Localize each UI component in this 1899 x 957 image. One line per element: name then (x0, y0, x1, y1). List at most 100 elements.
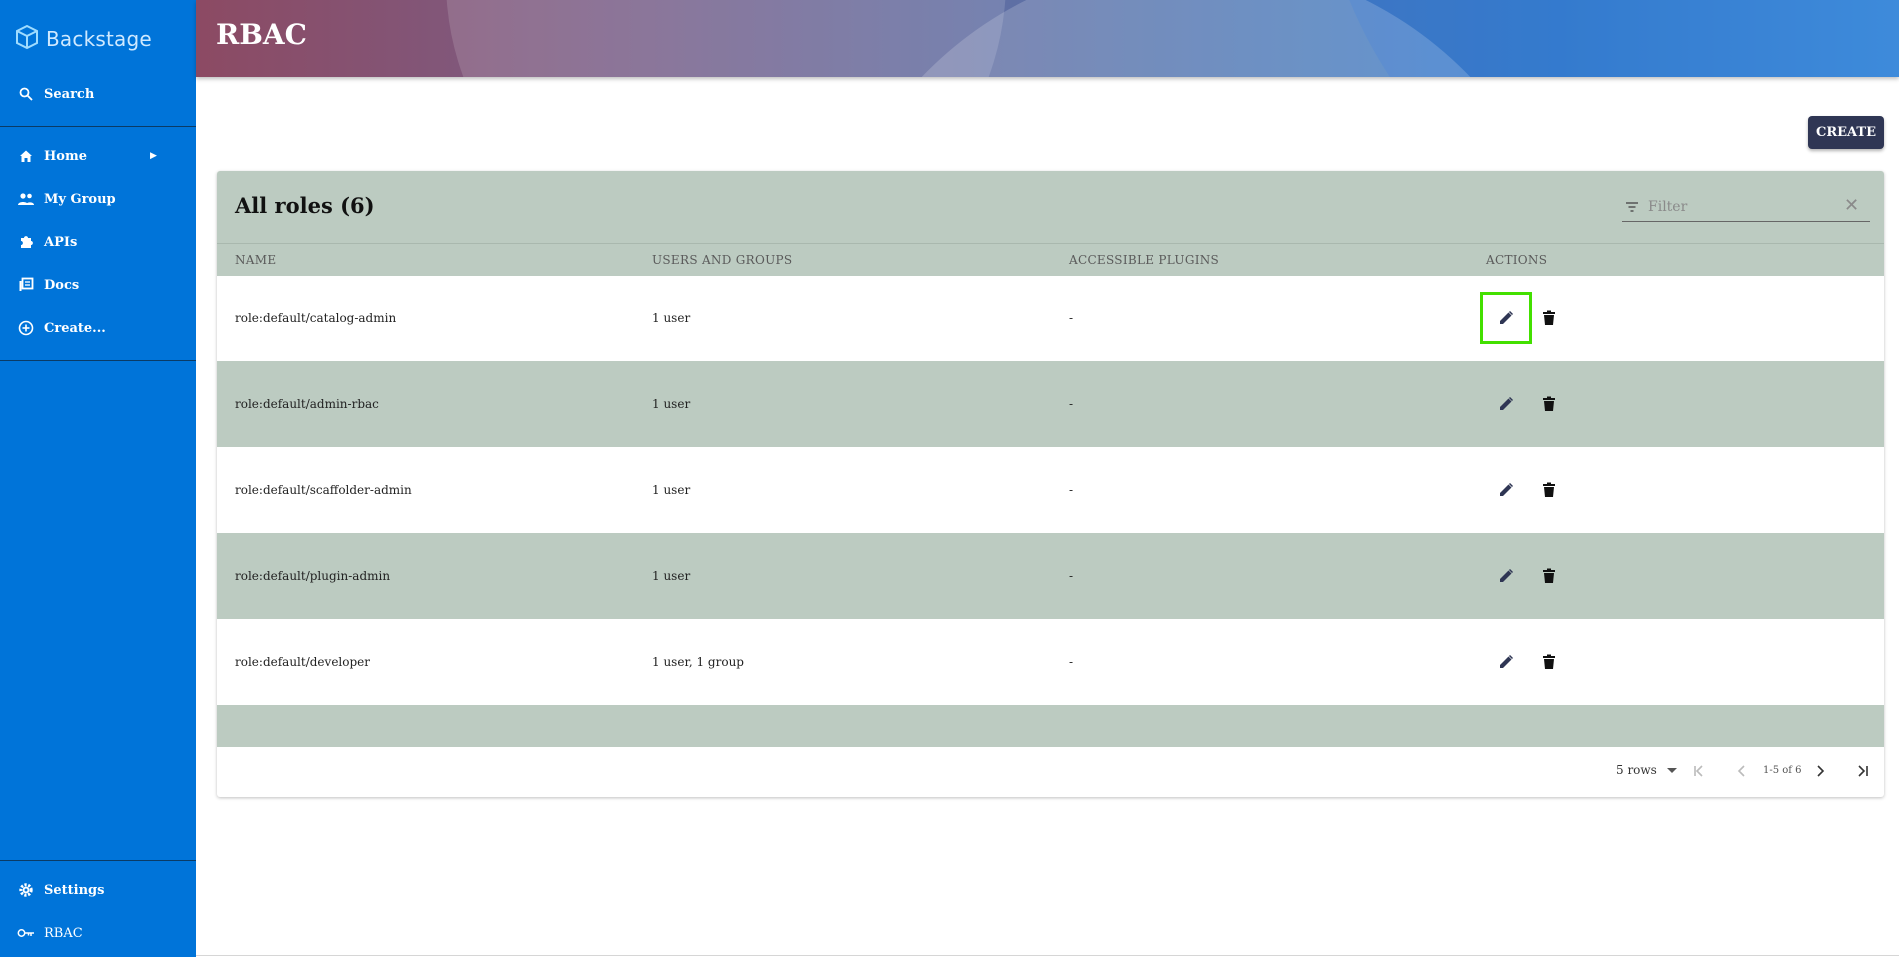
page-title: RBAC (216, 18, 307, 51)
gear-icon (16, 880, 36, 900)
pencil-icon (1500, 568, 1514, 582)
chevron-right-icon (1817, 765, 1825, 777)
column-header-name[interactable]: NAME (235, 253, 276, 267)
first-page-button[interactable] (1689, 761, 1709, 781)
role-name[interactable]: role:default/admin-rbac (235, 397, 379, 411)
delete-role-button[interactable] (1537, 306, 1561, 330)
group-icon (16, 189, 36, 209)
sidebar-item-label: APIs (44, 234, 78, 250)
sidebar-item-settings[interactable]: Settings (0, 870, 196, 910)
column-header-actions: ACTIONS (1486, 253, 1548, 267)
search-icon (16, 84, 36, 104)
sidebar-item-search[interactable]: Search (0, 74, 196, 114)
table-title: All roles (6) (235, 193, 375, 218)
trash-icon (1543, 568, 1555, 583)
delete-role-button[interactable] (1537, 392, 1561, 416)
accessible-plugins: - (1069, 569, 1074, 583)
filter-icon (1624, 199, 1640, 218)
delete-role-button[interactable] (1537, 564, 1561, 588)
users-and-groups: 1 user (652, 397, 691, 411)
sidebar-item-label: Create... (44, 320, 106, 336)
accessible-plugins: - (1069, 483, 1074, 497)
last-page-button[interactable] (1853, 761, 1873, 781)
sidebar-item-docs[interactable]: Docs (0, 265, 196, 305)
clear-filter-icon[interactable]: ✕ (1844, 195, 1859, 216)
first-page-icon (1694, 765, 1703, 777)
sidebar-item-apis[interactable]: APIs (0, 222, 196, 262)
sidebar-divider (0, 860, 196, 861)
edit-role-button[interactable] (1480, 292, 1532, 344)
add-circle-icon (16, 318, 36, 338)
table-row: role:default/developer 1 user, 1 group - (217, 619, 1884, 705)
table-row: role:default/catalog-admin 1 user - (217, 275, 1884, 361)
backstage-logo-icon (14, 24, 40, 54)
users-and-groups: 1 user (652, 569, 691, 583)
sidebar-divider (0, 360, 196, 361)
roles-table: All roles (6) ✕ NAME USERS AND GROUPS AC… (217, 171, 1884, 797)
sidebar-item-label: Home (44, 148, 87, 164)
pencil-icon (1500, 310, 1514, 324)
previous-page-button[interactable] (1732, 761, 1752, 781)
pencil-icon (1500, 396, 1514, 410)
chevron-left-icon (1737, 765, 1745, 777)
sidebar-item-my-group[interactable]: My Group (0, 179, 196, 219)
sidebar-item-create[interactable]: Create... (0, 308, 196, 348)
delete-role-button[interactable] (1537, 478, 1561, 502)
sidebar-item-home[interactable]: Home ▶ (0, 136, 196, 176)
trash-icon (1543, 654, 1555, 669)
table-row: role:default/admin-rbac 1 user - (217, 361, 1884, 447)
edit-role-button[interactable] (1494, 564, 1518, 588)
accessible-plugins: - (1069, 397, 1074, 411)
empty-row (217, 705, 1884, 747)
page-bottom-border (196, 955, 1899, 956)
filter-field: ✕ (1622, 193, 1870, 222)
last-page-icon (1858, 765, 1868, 777)
column-header-users-and-groups[interactable]: USERS AND GROUPS (652, 253, 792, 267)
filter-input[interactable] (1646, 195, 1840, 219)
chevron-right-icon: ▶ (150, 151, 157, 161)
library-icon (16, 275, 36, 295)
page-header: RBAC (196, 0, 1899, 77)
puzzle-icon (16, 232, 36, 252)
sidebar-item-label: Settings (44, 882, 105, 898)
trash-icon (1543, 310, 1555, 325)
table-row: role:default/plugin-admin 1 user - (217, 533, 1884, 619)
users-and-groups: 1 user (652, 483, 691, 497)
delete-role-button[interactable] (1537, 650, 1561, 674)
brand-logo[interactable]: Backstage (14, 24, 152, 54)
trash-icon (1543, 482, 1555, 497)
column-header-accessible-plugins[interactable]: ACCESSIBLE PLUGINS (1069, 253, 1219, 267)
role-name[interactable]: role:default/catalog-admin (235, 311, 396, 325)
edit-role-button[interactable] (1494, 650, 1518, 674)
edit-role-button[interactable] (1494, 392, 1518, 416)
edit-role-button[interactable] (1494, 478, 1518, 502)
sidebar-item-label: RBAC (44, 925, 83, 941)
pencil-icon (1500, 654, 1514, 668)
sidebar: Backstage Search Home ▶ My Group APIs Do… (0, 0, 196, 957)
rows-per-page-select[interactable]: 5 rows (1616, 763, 1677, 777)
dropdown-caret-icon (1666, 768, 1677, 773)
sidebar-item-rbac[interactable]: RBAC (0, 913, 196, 953)
next-page-button[interactable] (1810, 761, 1830, 781)
rows-per-page-value: 5 rows (1616, 763, 1657, 777)
role-name[interactable]: role:default/plugin-admin (235, 569, 390, 583)
pencil-icon (1500, 482, 1514, 496)
sidebar-divider (0, 126, 196, 127)
accessible-plugins: - (1069, 655, 1074, 669)
sidebar-item-label: Docs (44, 277, 80, 293)
sidebar-item-label: My Group (44, 191, 116, 207)
role-name[interactable]: role:default/developer (235, 655, 370, 669)
role-name[interactable]: role:default/scaffolder-admin (235, 483, 412, 497)
sidebar-item-label: Search (44, 86, 95, 102)
users-and-groups: 1 user (652, 311, 691, 325)
pagination: 5 rows 1-5 of 6 (217, 747, 1884, 797)
create-role-button[interactable]: CREATE (1808, 116, 1884, 149)
table-row: role:default/scaffolder-admin 1 user - (217, 447, 1884, 533)
accessible-plugins: - (1069, 311, 1074, 325)
users-and-groups: 1 user, 1 group (652, 655, 744, 669)
trash-icon (1543, 396, 1555, 411)
table-header: NAME USERS AND GROUPS ACCESSIBLE PLUGINS… (217, 243, 1884, 276)
header-decoration (446, 0, 1006, 77)
key-icon (16, 923, 36, 943)
home-icon (16, 146, 36, 166)
